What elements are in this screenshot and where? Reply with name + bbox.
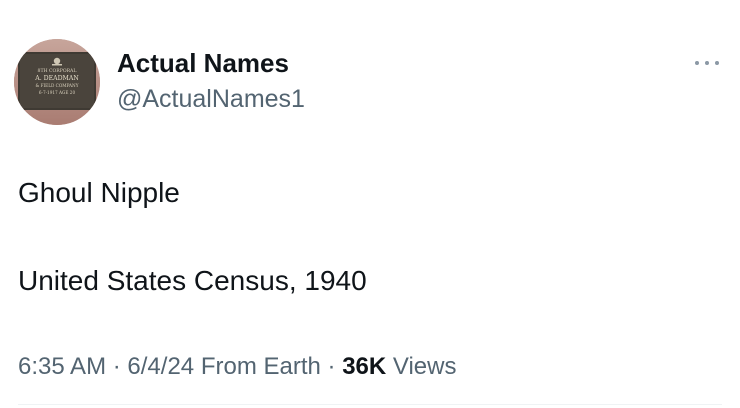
more-options-button[interactable] bbox=[692, 52, 722, 72]
plaque-line-1: 8TH CORPORAL bbox=[38, 68, 77, 74]
views-count[interactable]: 36K bbox=[342, 353, 386, 380]
meta-separator: · bbox=[112, 353, 121, 380]
author-display-name[interactable]: Actual Names bbox=[117, 48, 289, 78]
tweet-date[interactable]: 6/4/24 bbox=[127, 353, 194, 380]
more-horizontal-icon bbox=[715, 61, 719, 65]
more-horizontal-icon bbox=[695, 61, 699, 65]
plaque-line-3: & FIELD COMPANY bbox=[36, 83, 79, 88]
tweet-time[interactable]: 6:35 AM bbox=[18, 353, 106, 380]
tweet-source: From Earth bbox=[200, 353, 321, 380]
meta-separator: · bbox=[327, 353, 336, 380]
avatar-plaque-image: 8TH CORPORAL A. DEADMAN & FIELD COMPANY … bbox=[14, 39, 100, 125]
avatar[interactable]: 8TH CORPORAL A. DEADMAN & FIELD COMPANY … bbox=[14, 39, 100, 125]
more-horizontal-icon bbox=[705, 61, 709, 65]
views-label: Views bbox=[392, 353, 457, 380]
tweet-card: 8TH CORPORAL A. DEADMAN & FIELD COMPANY … bbox=[0, 0, 740, 408]
tweet-meta: 6:35 AM · 6/4/24 From Earth · 36K Views bbox=[18, 352, 456, 382]
tweet-text-line-1: Ghoul Nipple bbox=[18, 177, 180, 208]
plaque-line-4: 6-7-1917 AGE 20 bbox=[39, 90, 76, 95]
tweet-text-line-2: United States Census, 1940 bbox=[18, 265, 367, 296]
plaque-line-2: A. DEADMAN bbox=[34, 75, 79, 82]
author-handle[interactable]: @ActualNames1 bbox=[117, 84, 305, 114]
divider bbox=[18, 404, 722, 405]
